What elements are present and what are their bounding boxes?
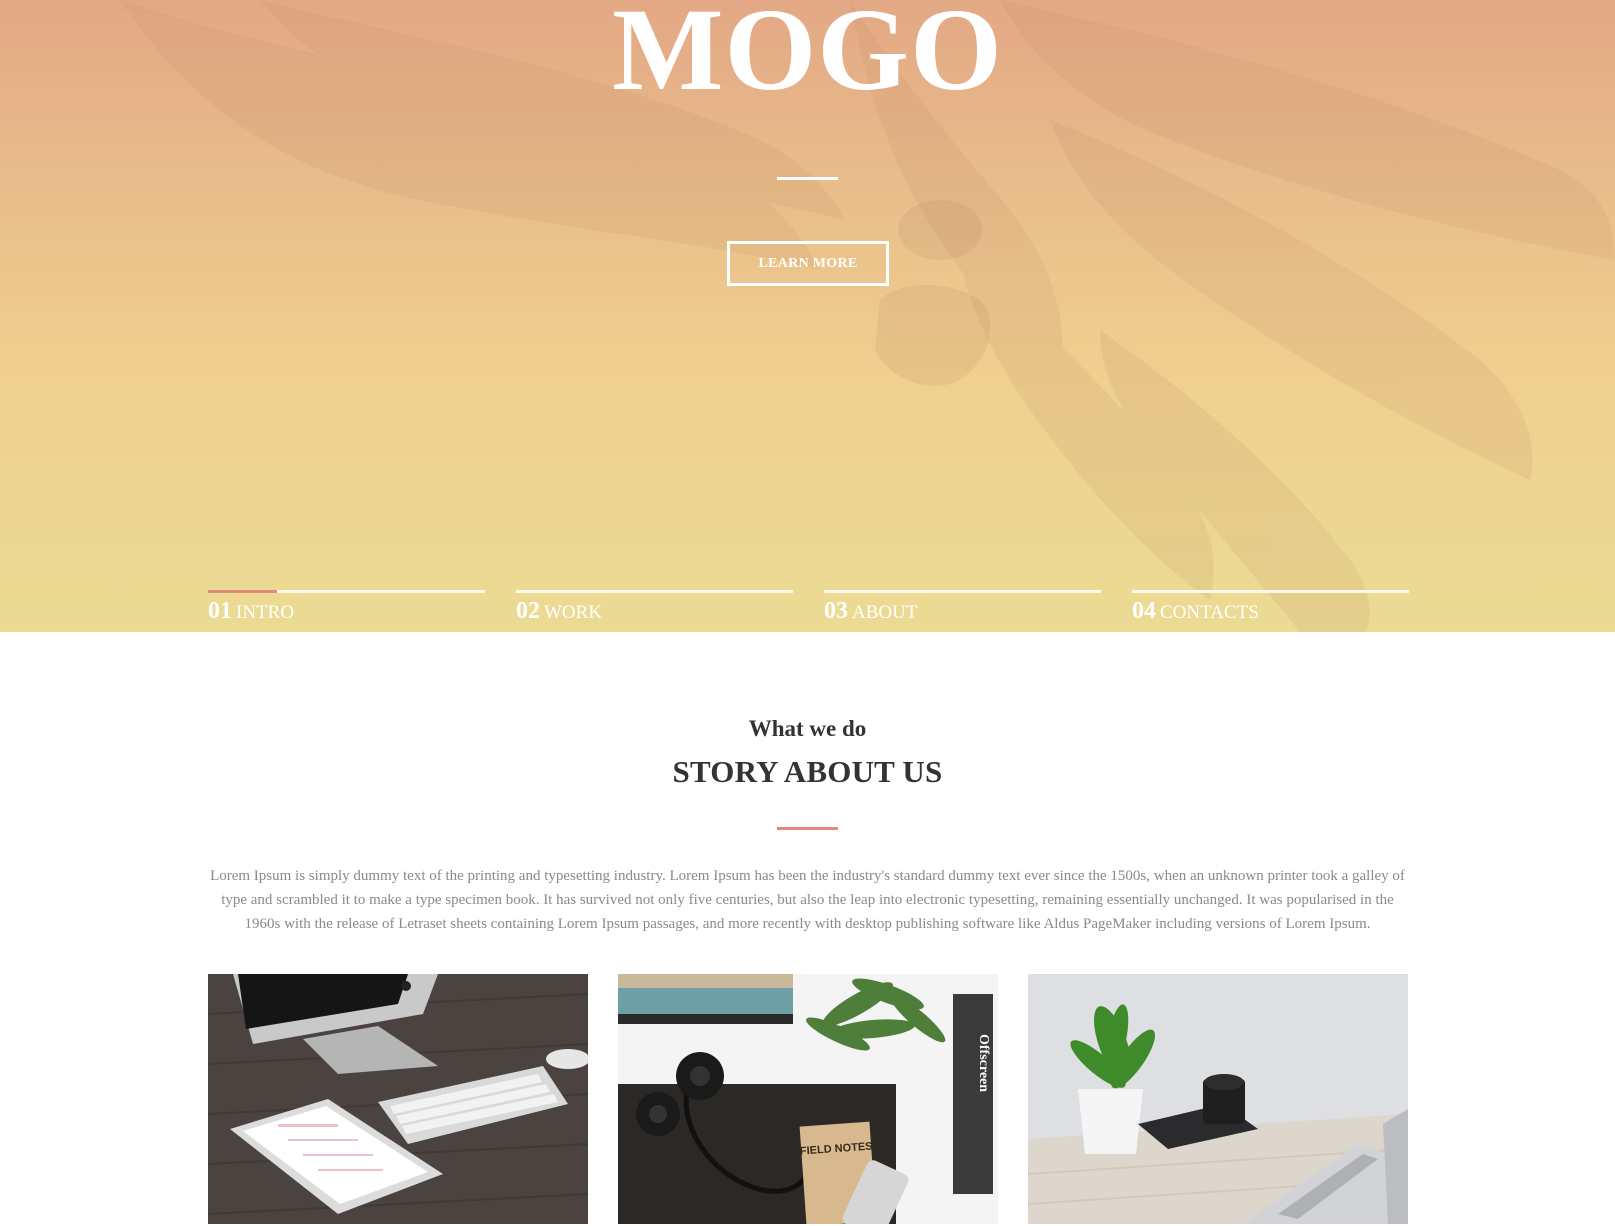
learn-more-button[interactable]: LEARN MORE (727, 241, 889, 286)
slider-nav-work[interactable]: 02 Work (516, 590, 793, 630)
section-subtitle: What we do (748, 716, 867, 741)
section-divider (777, 827, 838, 830)
slider-nav-label: 04 Contacts (1132, 598, 1259, 624)
photo-card-desk-imac[interactable] (208, 974, 588, 1224)
desk-plant-photo (1028, 974, 1408, 1224)
slider-nav-track (824, 590, 1101, 593)
photo-card-desk-plant[interactable] (1028, 974, 1408, 1224)
desk-imac-photo (208, 974, 588, 1224)
slider-nav-label: 03 About (824, 598, 918, 624)
slider-nav-contacts[interactable]: 04 Contacts (1132, 590, 1409, 630)
desk-headphones-photo: Offscreen FIELD NOTES (618, 974, 998, 1224)
slider-nav-track (1132, 590, 1409, 593)
section-title: STORY ABOUT US (672, 754, 943, 789)
slider-progress-bar (208, 590, 278, 593)
slider-nav-label: 01 Intro (208, 598, 295, 624)
slider-nav-label: 02 Work (516, 598, 603, 624)
slider-nav-track (516, 590, 793, 593)
magazine-spine-text: Offscreen (976, 1034, 991, 1092)
slider-nav-about[interactable]: 03 About (824, 590, 1101, 630)
photo-card-desk-headphones[interactable]: Offscreen FIELD NOTES (618, 974, 998, 1224)
slider-nav-intro[interactable]: 01 Intro (208, 590, 485, 630)
hero-section: MOGO LEARN MORE 01 Intro 02 Work 03 About 0… (0, 0, 1615, 632)
section-description: Lorem Ipsum is simply dummy text of the … (210, 868, 1405, 932)
hero-divider (777, 177, 838, 180)
site-title: MOGO (612, 0, 1003, 115)
